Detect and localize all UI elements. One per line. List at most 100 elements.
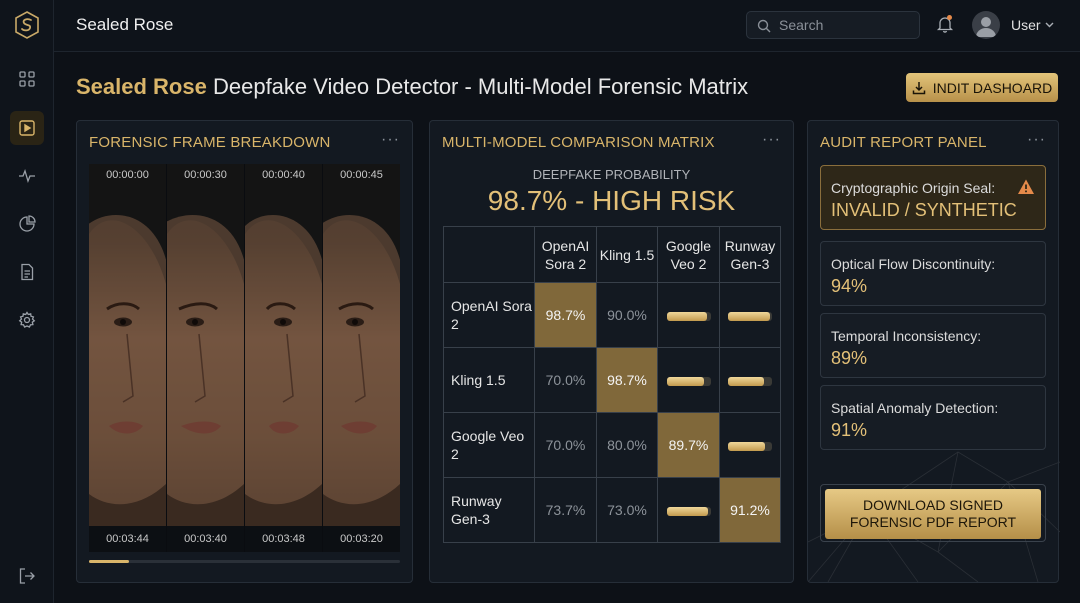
matrix-row-header: Kling 1.5	[443, 347, 535, 413]
sidebar-item-video[interactable]	[10, 111, 44, 145]
notification-dot	[947, 15, 952, 20]
playback-progress-bar[interactable]	[89, 560, 400, 563]
frame-timestamp-start: 00:00:45	[340, 169, 383, 181]
search-box[interactable]	[746, 11, 920, 39]
probability-label: DEEPFAKE PROBABILITY	[532, 167, 691, 182]
page-title: Sealed Rose Deepfake Video Detector - Mu…	[76, 74, 748, 100]
app-title: Sealed Rose	[76, 15, 174, 34]
panel-title: FORENSIC FRAME BREAKDOWN	[89, 134, 331, 151]
more-options-icon[interactable]: ···	[1027, 131, 1046, 149]
matrix-corner-cell	[443, 226, 535, 283]
matrix-value-cell[interactable]: 91.2%	[719, 477, 781, 543]
matrix-bar-cell[interactable]	[719, 347, 781, 413]
page-title-brand: Sealed Rose	[76, 74, 207, 99]
document-icon	[21, 263, 34, 281]
sidebar-item-activity[interactable]	[10, 159, 44, 193]
panel-title: AUDIT REPORT PANEL	[820, 134, 987, 151]
matrix-value-cell[interactable]: 89.7%	[657, 412, 720, 478]
matrix-column-header: OpenAI Sora 2	[534, 226, 597, 283]
search-input[interactable]	[779, 16, 909, 34]
more-options-icon[interactable]: ···	[762, 131, 781, 149]
activity-icon	[19, 169, 35, 183]
video-frame[interactable]: 00:00:40 00:03:48	[245, 164, 322, 552]
matrix-row-header: Google Veo 2	[443, 412, 535, 478]
matrix-column-header: Kling 1.5	[596, 226, 658, 283]
face-thumbnail-icon	[89, 164, 166, 552]
download-button-line1: DOWNLOAD SIGNED	[862, 497, 1003, 513]
matrix-row: Kling 1.5 70.0% 98.7%	[443, 347, 781, 413]
logout-icon	[19, 568, 35, 584]
face-thumbnail-icon	[245, 164, 322, 552]
matrix-value-cell[interactable]: 80.0%	[596, 412, 658, 478]
origin-seal-card: Cryptographic Origin Seal: INVALID / SYN…	[820, 165, 1046, 230]
matrix-bar-cell[interactable]	[657, 347, 720, 413]
matrix-value-cell[interactable]: 70.0%	[534, 412, 597, 478]
frame-timestamp-end: 00:03:40	[167, 526, 244, 552]
dashboard-button-label: INDIT DASHOARD	[932, 79, 1053, 96]
metric-value: 89%	[831, 348, 868, 368]
comparison-matrix-panel: MULTI-MODEL COMPARISON MATRIX ··· DEEPFA…	[429, 120, 794, 583]
download-icon	[912, 81, 925, 94]
matrix-column-header: Google Veo 2	[657, 226, 720, 283]
face-thumbnail-icon	[167, 164, 244, 552]
matrix-value-cell[interactable]: 73.0%	[596, 477, 658, 543]
download-button-line2: FORENSIC PDF REPORT	[849, 514, 1017, 530]
video-frame[interactable]: 00:00:30 00:03:40	[167, 164, 244, 552]
probability-value: 98.7% - HIGH RISK	[487, 185, 736, 216]
metric-label: Temporal Inconsistency:	[831, 328, 982, 344]
metric-label: Spatial Anomaly Detection:	[831, 400, 999, 416]
sidebar	[0, 0, 54, 603]
user-menu-label[interactable]: User	[1011, 17, 1041, 33]
matrix-row: OpenAI Sora 2 98.7% 90.0%	[443, 282, 781, 348]
metric-card-spatial: Spatial Anomaly Detection: 91%	[820, 385, 1046, 450]
score-bar	[728, 441, 772, 451]
matrix-value-cell[interactable]: 98.7%	[534, 282, 597, 348]
frame-timestamp-end: 00:03:44	[89, 526, 166, 552]
comparison-matrix: OpenAI Sora 2 Kling 1.5 Google Veo 2 Runway…	[443, 226, 781, 543]
video-frame[interactable]: 00:00:45 00:03:20	[323, 164, 400, 552]
pie-chart-icon	[19, 215, 36, 232]
grid-icon	[19, 71, 35, 87]
matrix-value-cell[interactable]: 70.0%	[534, 347, 597, 413]
matrix-bar-cell[interactable]	[719, 412, 781, 478]
matrix-value-cell[interactable]: 98.7%	[596, 347, 658, 413]
matrix-value-cell[interactable]: 90.0%	[596, 282, 658, 348]
matrix-bar-cell[interactable]	[657, 282, 720, 348]
dashboard-button[interactable]: INDIT DASHOARD	[906, 73, 1058, 102]
download-report-button[interactable]: DOWNLOAD SIGNED FORENSIC PDF REPORT	[825, 489, 1041, 539]
score-bar	[728, 376, 772, 386]
matrix-bar-cell[interactable]	[719, 282, 781, 348]
avatar[interactable]	[972, 11, 1000, 39]
page-title-text: Deepfake Video Detector - Multi-Model Fo…	[212, 74, 749, 99]
sidebar-item-reports[interactable]	[10, 255, 44, 289]
matrix-header-row: OpenAI Sora 2 Kling 1.5 Google Veo 2 Runway…	[443, 226, 781, 283]
sidebar-item-settings[interactable]	[10, 303, 44, 337]
gear-icon	[18, 311, 36, 328]
frame-timestamp-end: 00:03:48	[245, 526, 322, 552]
video-frame[interactable]: 00:00:00 00:03:44	[89, 164, 166, 552]
origin-seal-value: INVALID / SYNTHETIC	[831, 200, 1017, 220]
warning-icon	[1018, 179, 1034, 194]
matrix-column-header: Runway Gen-3	[719, 226, 781, 283]
top-bar: Sealed Rose User	[54, 0, 1080, 52]
frame-timestamp-start: 00:00:40	[262, 169, 305, 181]
panel-title: MULTI-MODEL COMPARISON MATRIX	[442, 134, 715, 151]
score-bar	[666, 311, 711, 321]
logout-button[interactable]	[10, 559, 44, 593]
matrix-bar-cell[interactable]	[657, 477, 720, 543]
video-icon	[19, 120, 35, 136]
score-bar-fill	[728, 441, 766, 451]
more-options-icon[interactable]: ···	[381, 131, 400, 149]
matrix-value-cell[interactable]: 73.7%	[534, 477, 597, 543]
sealed-rose-logo-icon[interactable]	[13, 11, 41, 39]
chevron-down-icon[interactable]	[1044, 19, 1055, 30]
search-icon	[757, 19, 771, 33]
origin-seal-label: Cryptographic Origin Seal:	[831, 180, 996, 196]
score-bar	[666, 376, 711, 386]
user-avatar-icon	[976, 17, 996, 37]
playback-progress-fill	[89, 560, 130, 563]
score-bar-fill	[666, 506, 709, 516]
sidebar-item-dashboard[interactable]	[10, 62, 44, 96]
sidebar-item-analytics[interactable]	[10, 207, 44, 241]
matrix-row-header: OpenAI Sora 2	[443, 282, 535, 348]
